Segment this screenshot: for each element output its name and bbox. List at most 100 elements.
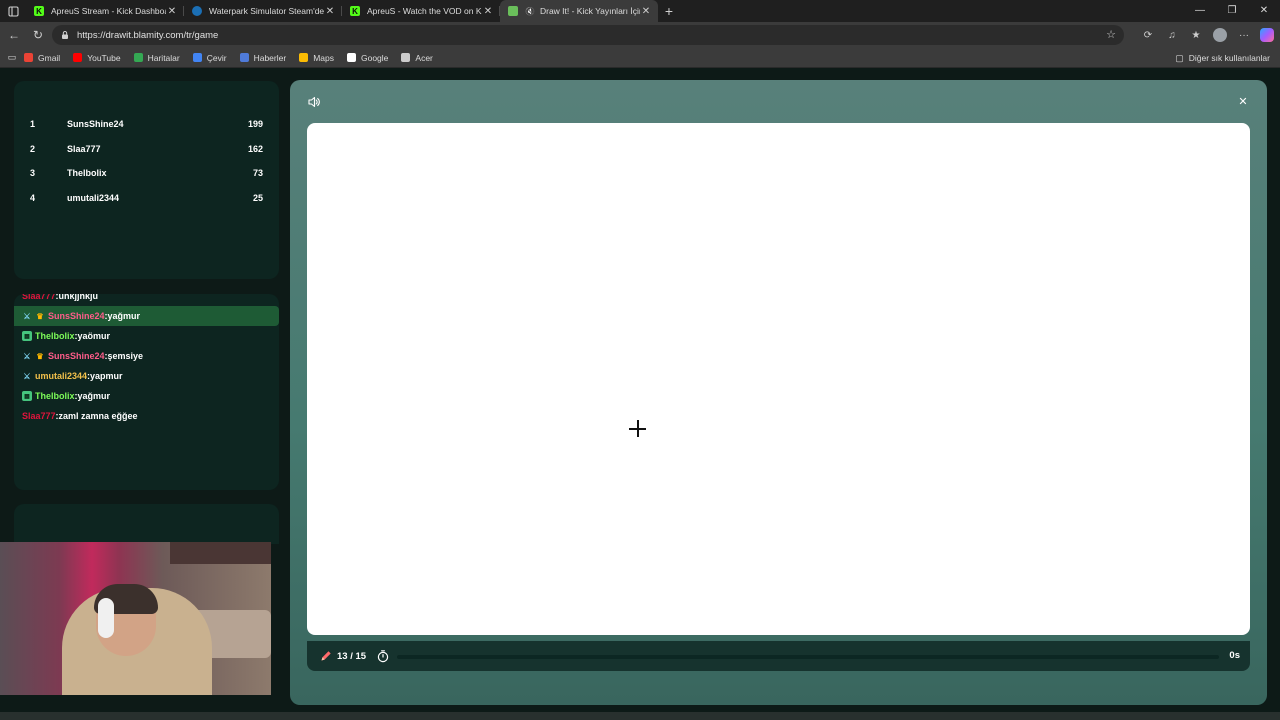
bookmark-label: Acer: [415, 52, 433, 63]
tab-title: ApreuS Stream - Kick Dashboard: [51, 6, 166, 16]
tab-title: ApreuS - Watch the VOD on Kick: [367, 6, 482, 16]
bookmark-favicon-icon: [133, 53, 143, 62]
favorite-star-icon[interactable]: ☆: [1106, 28, 1116, 41]
address-bar[interactable]: https://drawit.blamity.com/tr/game ☆: [52, 25, 1124, 45]
sword-badge-icon: ⚔: [23, 311, 31, 321]
leaderboard-player-name: Slaa777: [67, 143, 101, 154]
sword-badge-icon: ⚔: [23, 371, 31, 381]
sound-icon[interactable]: [307, 95, 321, 109]
bookmark-gmail[interactable]: Gmail: [24, 53, 60, 63]
leaderboard-score: 25: [252, 193, 263, 204]
chat-message: Slaa777:uhkjjhkju: [14, 294, 279, 306]
drawing-game-panel: ✕ 13 / 15 0s: [290, 80, 1267, 705]
page-bottom-stripe: [0, 712, 1280, 720]
browser-tab[interactable]: K ApreuS - Watch the VOD on Kick ✕: [342, 0, 500, 22]
chat-panel: Slaa777:uhkjjhkju ⚔ ♛ SunsShine24:yağmur ▦ Th…: [14, 294, 279, 490]
game-status-bar: 13 / 15 0s: [307, 641, 1250, 671]
leaderboard-player-name: umutali2344: [67, 193, 120, 204]
chat-message: ▦ Thelbolix:yaömur: [14, 326, 279, 346]
site-info-icon[interactable]: [60, 30, 70, 40]
profile-avatar[interactable]: [1213, 28, 1227, 42]
time-remaining: 0s: [1229, 650, 1240, 661]
round-counter: 13 / 15: [337, 650, 367, 662]
bookmark-favicon-icon: [73, 53, 83, 62]
extensions-icon[interactable]: ⟳: [1136, 30, 1160, 41]
chat-text: :uhkjjhkju: [55, 294, 99, 301]
minimize-button[interactable]: —: [1184, 0, 1216, 22]
timer-icon: [376, 649, 390, 663]
tab-actions-menu-icon[interactable]: [0, 0, 26, 22]
crown-badge-icon: ♛: [36, 311, 44, 321]
folder-icon: ▢: [1175, 52, 1184, 63]
streamer-webcam: [0, 542, 271, 695]
leaderboard-rank: 3: [30, 168, 36, 179]
back-button[interactable]: ←: [2, 28, 26, 42]
drawit-icon: [508, 6, 518, 16]
bookmark-favicon-icon: [346, 53, 356, 62]
tab-title: Waterpark Simulator Steam'de: [209, 6, 324, 16]
chat-username: Slaa777: [22, 411, 56, 421]
crosshair-cursor-icon: [629, 420, 646, 437]
bookmark-label: Çevir: [206, 52, 227, 63]
bookmark-acer[interactable]: Acer: [401, 52, 433, 63]
new-tab-button[interactable]: +: [658, 3, 680, 19]
chat-username: umutali2344: [35, 371, 88, 381]
browser-toolbar: ← ↻ https://drawit.blamity.com/tr/game ☆…: [0, 22, 1280, 48]
bookmark-label: Google: [360, 52, 389, 63]
chat-text: :yağmur: [104, 311, 141, 321]
tab-close-icon[interactable]: ✕: [324, 6, 336, 17]
chat-text: :şemsiye: [104, 351, 144, 361]
chat-username: Slaa777: [22, 294, 56, 301]
restore-button[interactable]: ❐: [1216, 0, 1248, 22]
chat-text: :yaömur: [74, 331, 111, 341]
tab-close-icon[interactable]: ✕: [640, 6, 652, 17]
chat-message: Slaa777:zaml zamna eğğee: [14, 406, 279, 426]
favorites-icon[interactable]: ★: [1184, 30, 1208, 41]
browser-tab[interactable]: Waterpark Simulator Steam'de ✕: [184, 0, 342, 22]
bookmark-google[interactable]: Google: [346, 52, 389, 63]
chat-text: :zaml zamna eğğee: [55, 411, 138, 421]
more-menu-icon[interactable]: ···: [1232, 30, 1256, 41]
bookmark-haritalar[interactable]: Haritalar: [133, 53, 180, 63]
timer-progress-bar: [397, 655, 1219, 659]
copilot-icon[interactable]: [1260, 28, 1274, 42]
bookmark-favicon-icon: [401, 53, 411, 62]
bookmark-çevir[interactable]: Çevir: [192, 52, 227, 63]
drawing-canvas[interactable]: [307, 123, 1250, 635]
close-window-button[interactable]: ✕: [1248, 0, 1280, 22]
leaderboard-row: 1 SunsShine24 199: [14, 117, 279, 133]
bookmarks-bar: ▭ Gmail YouTube Haritalar Çevir Haberler Maps…: [0, 48, 1280, 68]
browser-tab[interactable]: K ApreuS Stream - Kick Dashboard ✕: [26, 0, 184, 22]
kick-icon: K: [350, 6, 360, 16]
close-icon[interactable]: ✕: [1236, 95, 1250, 109]
tab-close-icon[interactable]: ✕: [166, 6, 178, 17]
window-controls: — ❐ ✕: [1184, 0, 1280, 22]
kick-icon: K: [34, 6, 44, 16]
bookmark-label: Maps: [313, 52, 334, 63]
leaderboard-score: 73: [252, 168, 263, 179]
input-panel: [14, 504, 279, 544]
bookmark-maps[interactable]: Maps: [299, 53, 334, 63]
leaderboard-player-name: Thelbolix: [67, 168, 107, 179]
bookmark-haberler[interactable]: Haberler: [239, 53, 286, 63]
leaderboard-rank: 1: [30, 119, 36, 129]
reload-button[interactable]: ↻: [26, 28, 50, 42]
muted-speaker-icon[interactable]: 🔇: [525, 7, 535, 16]
sound-settings-icon[interactable]: ♫: [1160, 30, 1184, 41]
chat-username: Thelbolix: [35, 331, 75, 341]
webcam-shelf: [170, 542, 271, 564]
toolbar-actions: ⟳ ♫ ★ ···: [1136, 25, 1274, 45]
bookmark-favicon-icon: [239, 53, 249, 62]
leaderboard-score: 162: [247, 143, 263, 154]
leaderboard-score: 199: [247, 119, 263, 129]
chat-text: :yağmur: [74, 391, 111, 401]
bookmark-youtube[interactable]: YouTube: [73, 53, 121, 63]
tab-close-icon[interactable]: ✕: [482, 6, 494, 17]
browser-tab[interactable]: 🔇 Draw It! - Kick Yayınları İçin Ç✕: [500, 0, 658, 22]
chat-text: :yapmur: [87, 371, 123, 381]
other-favorites-button[interactable]: ▢ Diğer sık kullanılanlar: [1175, 48, 1270, 68]
bookmarks-apps-icon[interactable]: ▭: [0, 52, 24, 63]
leaderboard-rank: 4: [30, 193, 36, 204]
webcam-headset: [98, 598, 114, 638]
chat-message: ⚔ ♛ SunsShine24:şemsiye: [14, 346, 279, 366]
